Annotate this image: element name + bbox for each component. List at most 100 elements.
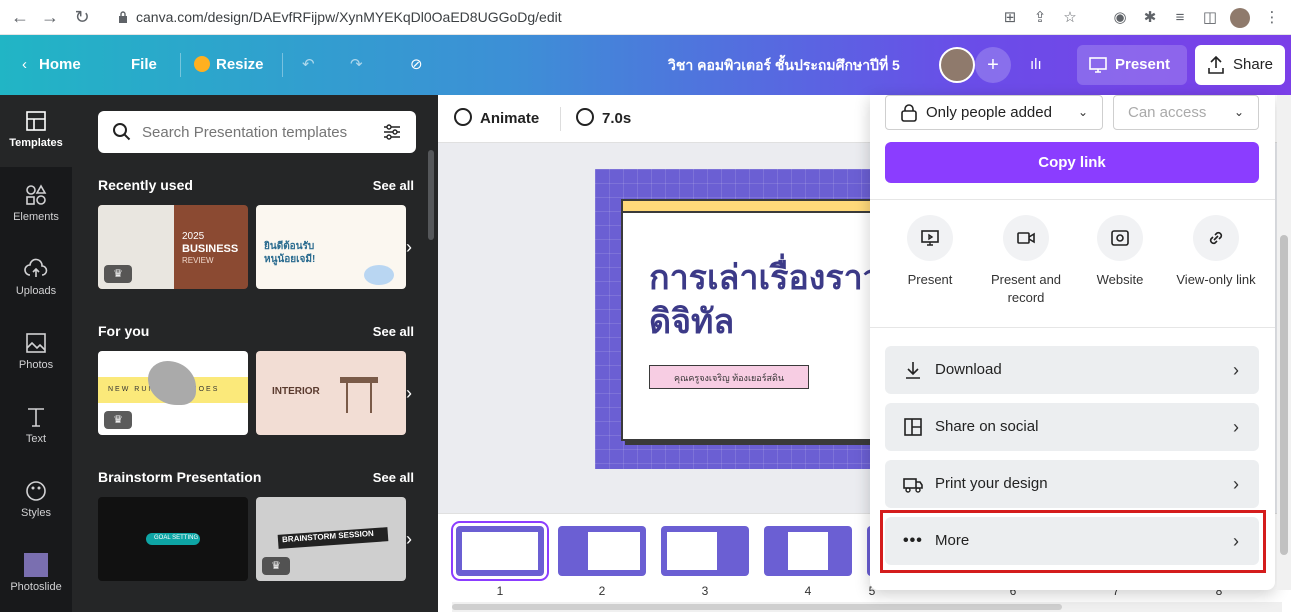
address-bar[interactable]: canva.com/design/DAEvfRFijpw/XynMYEKqDl0… <box>118 6 562 29</box>
browser-menu-icon[interactable]: ⋮ <box>1262 8 1282 28</box>
print-icon <box>903 478 923 493</box>
see-all-link[interactable]: See all <box>373 324 414 339</box>
rail-label: Uploads <box>15 285 57 297</box>
present-icon <box>907 215 953 261</box>
camera-icon[interactable]: ◉ <box>1110 8 1130 28</box>
copy-link-button[interactable]: Copy link <box>885 142 1259 183</box>
section-title: Recently used <box>98 177 193 193</box>
see-all-link[interactable]: See all <box>373 178 414 193</box>
search-icon <box>113 123 131 141</box>
page-number: 4 <box>804 584 812 598</box>
share-option-view-only-link[interactable]: View-only link <box>1166 215 1266 289</box>
search-input[interactable] <box>142 121 372 143</box>
chevron-right-icon[interactable]: › <box>406 383 422 403</box>
back-arrow-icon[interactable]: ← <box>10 7 30 27</box>
see-all-link[interactable]: See all <box>373 470 414 485</box>
share-panel-scrollbar[interactable] <box>1277 95 1291 590</box>
file-menu[interactable]: File <box>131 35 157 95</box>
design-title[interactable]: วิชา คอมพิวเตอร์ ชั้นประถมศึกษาปีที่ 5 <box>668 35 900 95</box>
divider <box>870 199 1275 200</box>
option-label: Present <box>907 272 953 287</box>
add-collaborator-button[interactable]: + <box>975 47 1011 83</box>
template-thumbnail[interactable]: GOAL SETTING <box>98 497 248 581</box>
undo-icon[interactable]: ↶ <box>302 35 315 95</box>
animate-button[interactable]: Animate <box>454 95 539 143</box>
page-thumbnail[interactable] <box>451 521 549 581</box>
thumb-text: GOAL SETTING <box>154 535 199 541</box>
home-label: Home <box>39 56 81 73</box>
translate-icon[interactable]: ⊞ <box>1000 8 1020 28</box>
rail-item-uploads[interactable]: Uploads <box>0 243 72 315</box>
left-icon-rail: Templates Elements Uploads Photos Text S… <box>0 95 72 612</box>
share-option-website[interactable]: Website <box>1072 215 1168 289</box>
lock-icon <box>119 11 127 23</box>
page-thumbnail[interactable] <box>661 526 749 576</box>
download-row[interactable]: Download › <box>885 346 1259 394</box>
bookmark-star-icon[interactable]: ☆ <box>1060 8 1080 28</box>
thumb-text: หนูน้อยเจมี! <box>264 254 316 265</box>
template-thumbnail[interactable]: INTERIOR <box>256 351 406 435</box>
extensions-puzzle-icon[interactable]: ✱ <box>1140 8 1160 28</box>
chevron-right-icon[interactable]: › <box>406 529 422 549</box>
slide-subtitle[interactable]: คุณครูจงเจริญ ท้องเยอร์สดิน <box>649 365 809 389</box>
row-label: Download <box>935 361 1002 378</box>
rail-item-photos[interactable]: Photos <box>0 317 72 389</box>
reading-list-icon[interactable]: ≡ <box>1170 8 1190 28</box>
slide-card[interactable]: การเล่าเรื่องราว ดิจิทัล คุณครูจงเจริญ ท… <box>621 199 891 441</box>
forward-arrow-icon[interactable]: → <box>40 7 60 27</box>
filmstrip-scrollbar[interactable] <box>452 602 1282 612</box>
panel-scrollbar[interactable] <box>428 150 434 240</box>
search-box[interactable] <box>98 111 416 153</box>
access-dropdown[interactable]: Only people added ⌄ <box>885 95 1103 130</box>
share-option-present-and-record[interactable]: Present and record <box>978 215 1074 307</box>
template-thumbnail[interactable]: NEW RUNNING SHOES ♛ <box>98 351 248 435</box>
home-button[interactable]: ‹ Home <box>22 35 81 95</box>
template-thumbnail[interactable]: BRAINSTORM SESSION ♛ <box>256 497 406 581</box>
url-text: canva.com/design/DAEvfRFijpw/XynMYEKqDl0… <box>136 9 562 25</box>
crown-icon: ♛ <box>262 557 290 575</box>
template-thumbnail[interactable]: 2025 BUSINESS REVIEW ♛ <box>98 205 248 289</box>
present-button[interactable]: Present <box>1077 45 1187 85</box>
rail-item-templates[interactable]: Templates <box>0 95 72 167</box>
photoslide-icon <box>24 553 48 577</box>
filter-sliders-icon[interactable] <box>382 122 402 142</box>
chevron-right-icon: › <box>1233 417 1239 437</box>
duration-button[interactable]: 7.0s <box>576 95 631 143</box>
rail-item-elements[interactable]: Elements <box>0 169 72 241</box>
insights-chart-icon[interactable]: ılı <box>1030 35 1042 95</box>
template-thumbnail[interactable]: ยินดีต้อนรับ หนูน้อยเจมี! <box>256 205 406 289</box>
link-icon <box>1193 215 1239 261</box>
share-button[interactable]: Share <box>1195 45 1285 85</box>
chevron-right-icon: › <box>1233 474 1239 494</box>
chevron-right-icon[interactable]: › <box>406 237 422 257</box>
rail-item-photoslide[interactable]: Photoslide <box>0 539 72 611</box>
share-on-social-row[interactable]: Share on social › <box>885 403 1259 451</box>
page-number: 3 <box>701 584 709 598</box>
download-icon <box>906 362 920 379</box>
rail-item-text[interactable]: Text <box>0 391 72 463</box>
page-thumbnail[interactable] <box>558 526 646 576</box>
thumb-text: 2025 <box>182 231 205 242</box>
rail-label: Templates <box>9 137 63 149</box>
page-thumbnail[interactable] <box>764 526 852 576</box>
slide-title[interactable]: การเล่าเรื่องราว ดิจิทัล <box>649 256 889 344</box>
uploads-icon <box>24 258 48 277</box>
chevron-right-icon: › <box>1233 360 1239 380</box>
profile-avatar[interactable] <box>1230 8 1250 28</box>
share-option-present[interactable]: Present <box>882 215 978 289</box>
resize-button[interactable]: Resize <box>194 35 264 95</box>
thumb-text: INTERIOR <box>272 386 320 397</box>
editor-topbar: ‹ Home File Resize ↶ ↷ ⊘ วิชา คอมพิวเตอร์… <box>0 35 1291 95</box>
redo-icon[interactable]: ↷ <box>350 35 363 95</box>
side-panel-icon[interactable]: ◫ <box>1200 8 1220 28</box>
option-label: View-only link <box>1176 272 1256 287</box>
cloud-saved-icon[interactable]: ⊘ <box>410 35 423 95</box>
permission-dropdown[interactable]: Can access ⌄ <box>1113 95 1259 130</box>
collaborator-avatar[interactable] <box>939 47 975 83</box>
reload-icon[interactable]: ↻ <box>72 7 92 27</box>
rail-item-styles[interactable]: Styles <box>0 465 72 537</box>
option-label: Website <box>1096 272 1144 287</box>
separator <box>180 53 181 77</box>
print-design-row[interactable]: Print your design › <box>885 460 1259 508</box>
share-page-icon[interactable]: ⇪ <box>1030 8 1050 28</box>
